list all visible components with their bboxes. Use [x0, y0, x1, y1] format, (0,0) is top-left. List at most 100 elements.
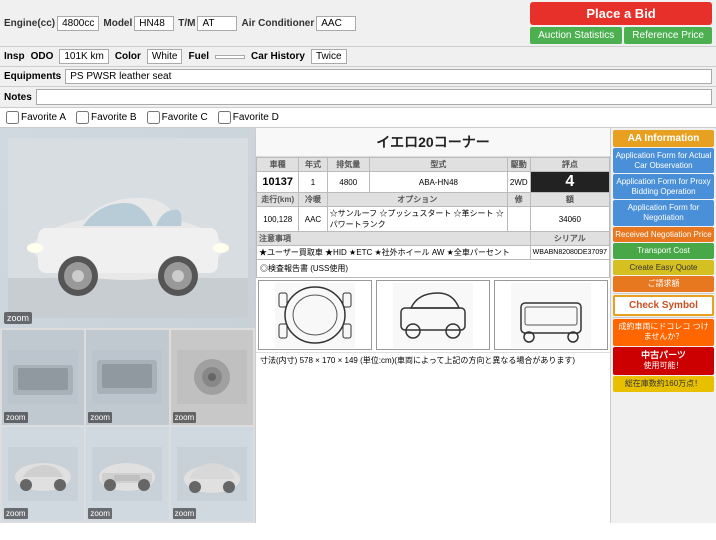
thumb-4[interactable]: zoom — [2, 427, 84, 522]
engine-value: 4800cc — [57, 16, 99, 31]
thumb-1[interactable]: zoom — [2, 330, 84, 425]
car-history-label: Car History — [251, 51, 305, 62]
jp-ad-1: 成約車両にドコレコ つけませんか？ — [613, 319, 714, 346]
sheet-inspection: ◎検査報告書 (USS使用) — [257, 260, 610, 278]
fav-b-checkbox[interactable]: Favorite B — [76, 111, 137, 124]
thumb-4-zoom: zoom — [4, 508, 28, 519]
rear-diag-svg — [511, 283, 591, 348]
fav-d-input[interactable] — [218, 111, 231, 124]
engine-label: Engine(cc) — [4, 18, 55, 29]
header-actions: Place a Bid Auction Statistics Reference… — [530, 2, 712, 44]
fuel-value — [215, 55, 245, 59]
notes-label: Notes — [4, 92, 32, 103]
model-value: HN48 — [134, 16, 174, 31]
right-panel: AA Information Application Form for Actu… — [611, 128, 716, 523]
dimensions-value: 578 × 170 × 149 — [300, 356, 358, 365]
thumb-5-zoom: zoom — [88, 508, 112, 519]
sheet-lot: 10137 — [257, 172, 299, 193]
thumb-2-zoom: zoom — [88, 412, 112, 423]
car-svg — [8, 138, 248, 318]
divider-2 — [613, 317, 714, 318]
stats-ref-row: Auction Statistics Reference Price — [530, 27, 712, 44]
thumb-3-svg — [177, 350, 247, 404]
sheet-km: 100,128 — [257, 207, 299, 232]
jp-ad-3: 総在庫数約160万点！ — [613, 376, 714, 392]
fav-a-input[interactable] — [6, 111, 19, 124]
fav-c-input[interactable] — [147, 111, 160, 124]
fav-c-checkbox[interactable]: Favorite C — [147, 111, 208, 124]
sheet-displacement: 4800 — [327, 172, 369, 193]
actual-car-observation-btn[interactable]: Application Form for Actual Car Observat… — [613, 148, 714, 173]
place-bid-button[interactable]: Place a Bid — [530, 2, 712, 25]
thumb-3[interactable]: zoom — [171, 330, 253, 425]
thumb-6[interactable]: zoom — [171, 427, 253, 522]
header-bar: Engine(cc) 4800cc Model HN48 T/M AT Air … — [0, 0, 716, 47]
ac-field: Air Conditioner AAC — [241, 2, 356, 44]
odo-value: 101K km — [59, 49, 108, 64]
negotiation-form-btn[interactable]: Application Form for Negotiation — [613, 200, 714, 225]
equip-label: Equipments — [4, 71, 61, 82]
middle-panel: イエロ20コーナー 車種 年式 排気量 型式 駆動 評点 10137 1 480… — [255, 128, 611, 523]
color-label: Color — [115, 51, 141, 62]
model-label: Model — [103, 18, 132, 29]
insp-label: Insp — [4, 51, 25, 62]
dimensions-label: 寸法(内寸) — [260, 356, 300, 365]
jp-ad-2-text: 中古パーツ — [616, 350, 711, 362]
fav-b-input[interactable] — [76, 111, 89, 124]
tm-field: T/M AT — [178, 2, 237, 44]
transport-cost-btn[interactable]: Transport Cost — [613, 243, 714, 259]
twice-value: Twice — [311, 49, 347, 64]
ac-label: Air Conditioner — [241, 18, 314, 29]
thumb-2[interactable]: zoom — [86, 330, 168, 425]
ac-value: AAC — [316, 16, 356, 31]
car-image-bg — [0, 128, 255, 328]
notes-value — [36, 89, 712, 105]
odo-label: ODO — [31, 51, 54, 62]
jp-ad-2: 中古パーツ 使用可能！ — [613, 347, 714, 375]
thumb-2-svg — [92, 350, 162, 404]
proxy-bidding-btn[interactable]: Application Form for Proxy Bidding Opera… — [613, 174, 714, 199]
main-car-image[interactable]: zoom — [0, 128, 255, 328]
diagram-side — [376, 280, 490, 350]
thumb-1-zoom: zoom — [4, 412, 28, 423]
tm-value: AT — [197, 16, 237, 31]
sheet-chassis: ABA-HN48 — [369, 172, 507, 193]
thumb-6-zoom: zoom — [173, 508, 197, 519]
row3-bar: Equipments PS PWSR leather seat — [0, 67, 716, 87]
sheet-ac: AAC — [299, 207, 327, 232]
equip-value: PS PWSR leather seat — [65, 69, 712, 84]
sheet-dimensions: 寸法(内寸) 578 × 170 × 149 (単位:cm)(車両によって上記の… — [256, 352, 610, 368]
sheet-buyer-notes: ★ユーザー買取車 ★HID ★ETC ★社外ホイール AW ★全車パーセント — [257, 246, 531, 260]
model-field: Model HN48 — [103, 2, 174, 44]
engine-field: Engine(cc) 4800cc — [4, 2, 99, 44]
reference-price-button[interactable]: Reference Price — [624, 27, 712, 44]
auction-sheet: イエロ20コーナー 車種 年式 排気量 型式 駆動 評点 10137 1 480… — [256, 128, 610, 523]
row2-bar: Insp ODO 101K km Color White Fuel Car Hi… — [0, 47, 716, 67]
fav-d-checkbox[interactable]: Favorite D — [218, 111, 279, 124]
jp-ad-3-text: 総在庫数約160万点！ — [616, 379, 711, 389]
easy-quote-btn[interactable]: Create Easy Quote — [613, 260, 714, 276]
favorites-bar: Favorite A Favorite B Favorite C Favorit… — [0, 108, 716, 128]
thumb-4-svg — [8, 447, 78, 501]
row4-bar: Notes — [0, 87, 716, 108]
check-symbol-button[interactable]: Check Symbol — [613, 295, 714, 316]
sheet-grade: 4 — [530, 172, 609, 193]
side-diag-svg — [393, 283, 473, 348]
thumb-1-svg — [8, 350, 78, 404]
thumb-5[interactable]: zoom — [86, 427, 168, 522]
sheet-drive: 2WD — [507, 172, 530, 193]
divider-1 — [613, 293, 714, 294]
main-zoom-badge: zoom — [4, 312, 32, 324]
fav-a-checkbox[interactable]: Favorite A — [6, 111, 66, 124]
billing-amount-btn[interactable]: ご請求額 — [613, 276, 714, 292]
auction-stats-button[interactable]: Auction Statistics — [530, 27, 622, 44]
diagram-area — [256, 278, 610, 352]
dimensions-unit: (単位:cm)(車両によって上記の方向と異なる場合があります) — [360, 356, 575, 365]
jp-ad-1-text: 成約車両にドコレコ つけませんか？ — [616, 322, 711, 343]
front-diag-svg — [275, 283, 355, 348]
jp-ad-2-sub: 使用可能！ — [616, 361, 711, 371]
thumb-5-svg — [92, 447, 162, 501]
fuel-label: Fuel — [188, 51, 209, 62]
received-negotiation-btn[interactable]: Received Negotiation Price — [613, 227, 714, 243]
main-content: zoom zoom zoom — [0, 128, 716, 523]
